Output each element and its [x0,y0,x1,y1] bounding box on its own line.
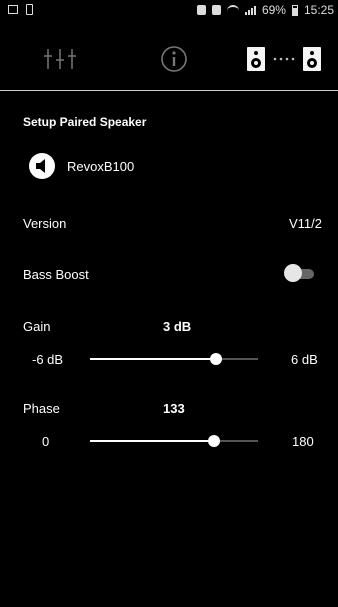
clock: 15:25 [303,3,334,17]
toolbar-divider [0,90,338,91]
gain-max-label: 6 dB [291,352,318,367]
speaker-row[interactable]: RevoxB100 [29,153,134,179]
phase-value: 133 [163,401,185,416]
signal-icon [244,5,256,15]
info-icon [161,46,187,72]
version-label: Version [23,216,67,231]
equalizer-tab[interactable] [30,36,90,82]
version-value: V11/2 [288,216,322,231]
status-bar: 69% 15:25 [0,0,338,22]
wifi-icon [226,5,239,15]
gain-value: 3 dB [163,319,192,334]
phase-slider[interactable] [90,433,258,449]
speaker-name: RevoxB100 [67,158,135,174]
gain-slider[interactable] [90,351,258,367]
gain-slider-knob[interactable] [210,353,222,365]
info-tab[interactable] [150,36,198,82]
paired-speakers-icon [247,47,321,71]
gallery-notification-icon [8,5,18,14]
toggle-thumb [284,264,302,282]
lock-icon [196,5,206,15]
alarm-icon [211,5,221,15]
phase-slider-fill [90,440,215,442]
battery-icon [291,4,298,16]
gain-slider-fill [90,358,216,360]
speaker-icon [29,153,55,179]
paired-speakers-tab[interactable] [240,36,330,82]
phase-max-label: 180 [292,434,314,449]
phone-notification-icon [26,4,33,15]
bass-boost-label: Bass Boost [23,267,89,282]
phase-min-label: 0 [42,434,50,449]
bass-boost-toggle[interactable] [284,264,318,282]
phase-slider-knob[interactable] [208,435,221,447]
equalizer-icon [44,49,76,69]
gain-label: Gain [23,319,51,334]
phase-label: Phase [23,401,60,416]
battery-percent: 69% [261,3,286,17]
top-toolbar [0,28,338,90]
section-title: Setup Paired Speaker [23,115,147,129]
gain-min-label: -6 dB [32,352,64,367]
